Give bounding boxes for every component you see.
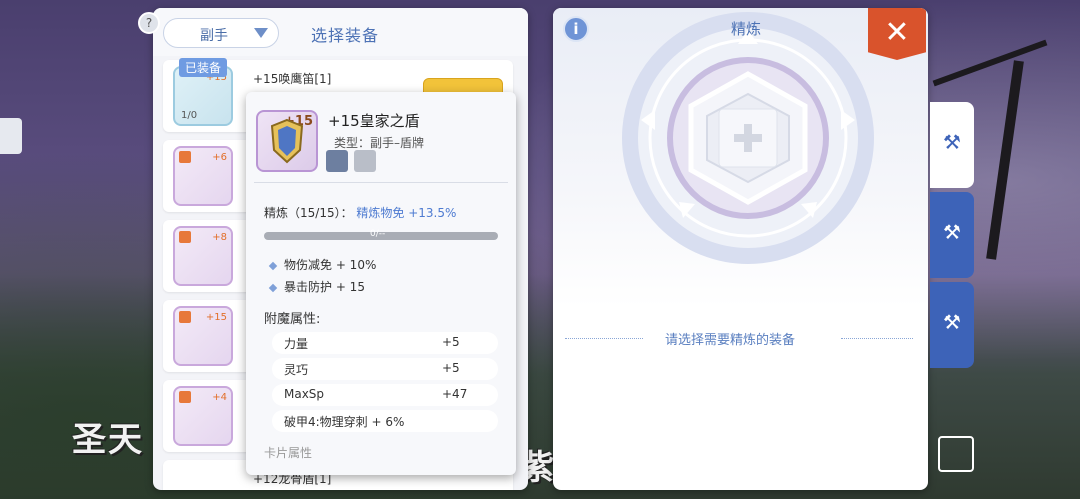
close-button[interactable]: ✕ <box>868 8 926 60</box>
card-slot-icon[interactable] <box>354 150 376 172</box>
slot-dropdown[interactable]: 副手 <box>163 18 279 48</box>
left-edge-tab[interactable] <box>0 118 22 154</box>
card-section-title: 卡片属性 <box>264 446 313 460</box>
tooltip-item-type: 类型：副手–盾牌 <box>334 136 425 150</box>
enchant-row: 灵巧 +5 <box>272 358 498 380</box>
upgrade-arrow-icon <box>179 311 191 323</box>
enchant-row: 力量 +5 <box>272 332 498 354</box>
stat-text: 物伤减免 + 10% <box>284 258 377 272</box>
refine-hammer-icon: ⚒ <box>943 130 961 154</box>
item-icon: +6 <box>173 146 233 206</box>
item-icon: +15 <box>173 306 233 366</box>
item-tooltip: +15 +15皇家之盾 类型：副手–盾牌 精炼（15/15）： 精炼物免 +13… <box>246 92 516 475</box>
slot-dropdown-label: 副手 <box>200 28 228 44</box>
upgrade-arrow-icon <box>179 391 191 403</box>
enchant-row: 破甲4:物理穿刺 + 6% <box>272 410 498 432</box>
upgrade-arrow-icon <box>179 151 191 163</box>
enchant-name: 破甲4:物理穿刺 + 6% <box>284 415 405 429</box>
item-icon: +8 <box>173 226 233 286</box>
enchant-value: +5 <box>442 335 460 349</box>
enchant-name: 灵巧 <box>284 363 309 377</box>
stat-text: 暴击防护 + 15 <box>284 280 365 294</box>
item-plus-level: +15 <box>205 312 227 323</box>
item-plus-level: +6 <box>212 152 227 163</box>
equipped-badge: 已装备 <box>179 58 228 77</box>
upgrade-arrow-icon <box>179 231 191 243</box>
divider <box>841 338 913 339</box>
refine-panel: i 精炼 ✕ 请选择需要精炼的装备 <box>553 8 928 490</box>
chevron-down-icon <box>254 28 268 38</box>
item-plus-level: +8 <box>212 232 227 243</box>
transfer-hammer-icon: ⚒ <box>943 220 961 244</box>
refine-hint: 请选择需要精炼的装备 <box>665 333 796 348</box>
stream-caption: 圣天 <box>72 420 144 460</box>
refine-title: 精炼 <box>731 20 762 38</box>
enchant-value: +5 <box>442 361 460 375</box>
tab-upgrade[interactable]: ⚒ <box>930 282 974 368</box>
diamond-bullet-icon <box>268 261 278 270</box>
tab-transfer[interactable]: ⚒ <box>930 192 974 278</box>
diamond-bullet-icon <box>268 283 278 292</box>
item-name: +15唤鹰笛[1] <box>253 72 332 86</box>
refine-line: 精炼（15/15）： 精炼物免 +13.5% <box>264 204 456 221</box>
search-details-icon[interactable] <box>326 150 348 172</box>
enchant-row: MaxSp +47 <box>272 384 498 406</box>
refine-value: 精炼物免 +13.5% <box>356 206 457 220</box>
stat-line: 物伤减免 + 10% <box>268 256 377 273</box>
upgrade-hammer-icon: ⚒ <box>943 310 961 334</box>
tab-refine[interactable]: ⚒ <box>930 102 974 188</box>
enchant-value: +47 <box>442 387 468 401</box>
divider <box>254 182 508 183</box>
shield-graphic <box>270 118 304 164</box>
stat-line: 暴击防护 + 15 <box>268 278 365 295</box>
item-icon: +4 <box>173 386 233 446</box>
enchant-name: MaxSp <box>284 387 325 401</box>
shop-icon[interactable] <box>938 436 974 472</box>
refine-label: 精炼（15/15）： <box>264 206 353 220</box>
help-icon[interactable]: ? <box>138 12 160 34</box>
enchant-section-title: 附魔属性: <box>264 312 321 327</box>
shield-icon: +15 <box>256 110 318 172</box>
equip-header: 副手 选择装备 <box>153 8 528 56</box>
panel-title: 选择装备 <box>311 26 380 45</box>
item-plus-level: +4 <box>212 392 227 403</box>
info-icon[interactable]: i <box>563 16 589 42</box>
enchant-name: 力量 <box>284 337 309 351</box>
item-count: 1/0 <box>181 110 198 121</box>
divider <box>565 338 643 339</box>
tooltip-item-name: +15皇家之盾 <box>328 112 420 130</box>
refine-progress-text: 0/-- <box>370 229 386 239</box>
